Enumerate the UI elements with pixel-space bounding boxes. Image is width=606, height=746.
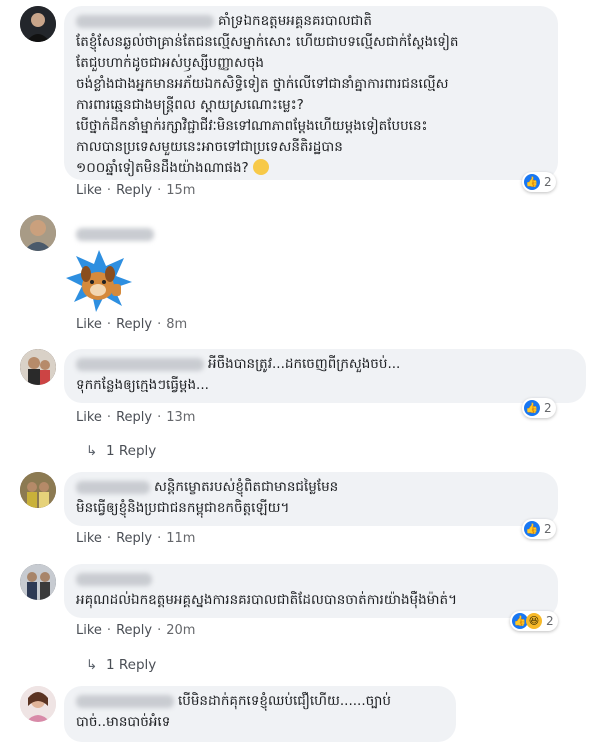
comment-text: អីចឹងបានត្រូវ...ដកចេញពីក្រសួងចប់... ទុកក…	[76, 356, 401, 393]
reply-arrow-icon: ↳	[86, 443, 98, 459]
avatar[interactable]	[20, 6, 56, 42]
comment-text: បើមិនដាក់គុកទេខ្ញុំឈប់ជឿហើយ......ច្បាប់ …	[76, 693, 391, 730]
view-replies-link[interactable]: ↳ 1 Reply	[86, 657, 156, 673]
reaction-count[interactable]: 👍 2	[522, 172, 556, 192]
comment-text: អគុណដល់ឯកឧត្តមអគ្គស្នងការនគរបាលជាតិដែលបា…	[76, 569, 546, 611]
thinking-emoji-icon	[252, 159, 269, 175]
reaction-count[interactable]: 👍 2	[522, 519, 556, 539]
comment-bubble: បើមិនដាក់គុកទេខ្ញុំឈប់ជឿហើយ......ច្បាប់ …	[64, 686, 456, 742]
comment-bubble: អគុណដល់ឯកឧត្តមអគ្គស្នងការនគរបាលជាតិដែលបា…	[64, 564, 558, 618]
reply-link[interactable]: Reply	[116, 531, 152, 546]
comment-bubble: អីចឹងបានត្រូវ...ដកចេញពីក្រសួងចប់... ទុកក…	[64, 349, 586, 403]
like-link[interactable]: Like	[76, 531, 102, 546]
comment-actions: Like · Reply · 8m	[76, 317, 188, 332]
like-reaction-icon: 👍	[524, 400, 540, 416]
reply-link[interactable]: Reply	[116, 183, 152, 198]
dog-thumbs-up-sticker-icon	[66, 250, 132, 312]
like-link[interactable]: Like	[76, 410, 102, 425]
avatar[interactable]	[20, 349, 56, 385]
comment-actions: Like · Reply · 15m	[76, 183, 196, 198]
timestamp[interactable]: 15m	[166, 183, 195, 198]
like-reaction-icon: 👍	[524, 174, 540, 190]
timestamp[interactable]: 11m	[166, 531, 195, 546]
reaction-count[interactable]: 👍 2	[522, 398, 556, 418]
comment-actions: Like · Reply · 20m	[76, 623, 196, 638]
comment-bubble: សន្តិកម្ខោតរបស់ខ្ញុំពិតជាមានជម្លៃមែន មិន…	[64, 472, 558, 526]
reply-link[interactable]: Reply	[116, 623, 152, 638]
comment-bubble: គាំទ្រឯកឧត្តមអគ្គនគរបាលជាតិ តែខ្ញុំសែនឆ្…	[64, 6, 558, 180]
like-reaction-icon: 👍	[524, 521, 540, 537]
haha-reaction-icon: 😆	[526, 613, 542, 629]
comment-actions: Like · Reply · 11m	[76, 531, 196, 546]
avatar-photo-icon	[20, 215, 56, 251]
avatar[interactable]	[20, 564, 56, 600]
comment-text: សន្តិកម្ខោតរបស់ខ្ញុំពិតជាមានជម្លៃមែន មិន…	[76, 479, 339, 516]
avatar[interactable]	[20, 215, 56, 251]
like-link[interactable]: Like	[76, 183, 102, 198]
author-name-blurred[interactable]	[76, 480, 150, 494]
author-name-blurred[interactable]	[76, 694, 174, 708]
author-name-blurred[interactable]	[76, 357, 204, 371]
avatar-photo-icon	[20, 472, 56, 508]
timestamp[interactable]: 20m	[166, 623, 195, 638]
reply-link[interactable]: Reply	[116, 410, 152, 425]
avatar[interactable]	[20, 686, 56, 722]
comment-actions: Like · Reply · 13m	[76, 410, 196, 425]
reply-arrow-icon: ↳	[86, 657, 98, 673]
reaction-count[interactable]: 👍 😆 2	[510, 611, 558, 631]
author-name-blurred[interactable]	[76, 572, 152, 586]
comment-text: គាំទ្រឯកឧត្តមអគ្គនគរបាលជាតិ តែខ្ញុំសែនឆ្…	[76, 13, 459, 176]
dog-sticker[interactable]	[64, 248, 134, 312]
view-replies-link[interactable]: ↳ 1 Reply	[86, 443, 156, 459]
timestamp[interactable]: 13m	[166, 410, 195, 425]
reply-link[interactable]: Reply	[116, 317, 152, 332]
author-name-blurred[interactable]	[76, 228, 154, 241]
like-link[interactable]: Like	[76, 317, 102, 332]
timestamp[interactable]: 8m	[166, 317, 187, 332]
avatar-photo-icon	[20, 349, 56, 385]
like-link[interactable]: Like	[76, 623, 102, 638]
avatar-photo-icon	[20, 6, 56, 42]
avatar-photo-icon	[20, 686, 56, 722]
avatar[interactable]	[20, 472, 56, 508]
author-name-blurred[interactable]	[76, 14, 214, 28]
avatar-photo-icon	[20, 564, 56, 600]
